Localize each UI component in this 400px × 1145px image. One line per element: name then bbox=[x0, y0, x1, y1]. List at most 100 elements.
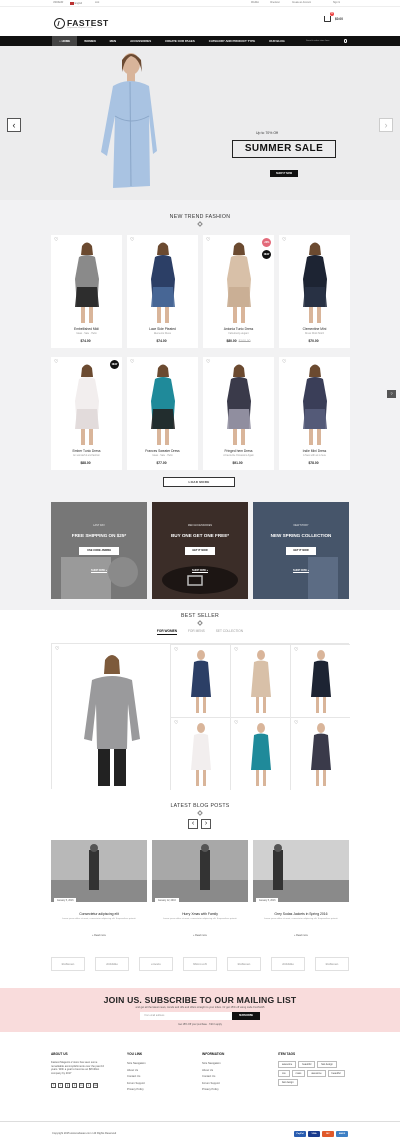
tag-link[interactable]: awesome bbox=[307, 1070, 326, 1077]
twitter-icon[interactable]: t bbox=[58, 1083, 63, 1089]
blog-prev-arrow[interactable]: ‹ bbox=[188, 819, 198, 829]
mini-cart[interactable]: 0 $0.00 bbox=[324, 12, 354, 24]
slider-prev-arrow[interactable]: ‹ bbox=[7, 118, 21, 132]
nav-blog[interactable]: OUR BLOG bbox=[262, 36, 292, 46]
wishlist-icon[interactable]: ♡ bbox=[282, 238, 287, 243]
product-name[interactable]: Antonia Tunic Dress bbox=[203, 327, 274, 331]
wishlist-icon[interactable]: ♡ bbox=[206, 360, 211, 365]
wishlist-icon[interactable]: ♡ bbox=[294, 648, 298, 653]
product-name[interactable]: Lace Side Pleated bbox=[127, 327, 198, 331]
wishlist-icon[interactable]: ♡ bbox=[234, 648, 238, 653]
create-account-link[interactable]: Create an Account bbox=[292, 2, 311, 4]
wishlist-icon[interactable]: ♡ bbox=[55, 647, 59, 652]
product-card[interactable]: ♡ Fringed hem Dress A Favourite Occasion… bbox=[203, 357, 274, 470]
promo-banner-accessories[interactable]: MEN ACCESSORIES BUY ONE GET ONE FREE* GE… bbox=[152, 502, 248, 599]
tag-link[interactable]: mass bbox=[291, 1070, 306, 1077]
blog-post-title[interactable]: Hurry Xmas with Family bbox=[152, 912, 248, 916]
wishlist-icon[interactable]: ♡ bbox=[282, 360, 287, 365]
blog-post[interactable]: January 5, 2016 Consectetur adipiscing e… bbox=[51, 840, 147, 942]
hero-shop-button[interactable]: SHOP IT NOW bbox=[270, 170, 298, 177]
brand-logo[interactable]: envato bbox=[139, 957, 173, 971]
signin-link[interactable]: Sign In bbox=[333, 2, 340, 4]
linkedin-icon[interactable]: in bbox=[79, 1083, 84, 1089]
language-selector[interactable]: English bbox=[70, 2, 82, 5]
blog-post-title[interactable]: Grey Sodas Jackets in Spring 2016 bbox=[253, 912, 349, 916]
currency-selector[interactable]: USD/EUR bbox=[53, 2, 63, 4]
slider-next-arrow[interactable]: › bbox=[379, 118, 393, 132]
tag-link[interactable]: fast design bbox=[278, 1079, 298, 1086]
wishlist-icon[interactable]: ♡ bbox=[130, 360, 135, 365]
bestseller-item[interactable]: ♡ bbox=[230, 717, 290, 790]
wishlist-icon[interactable]: ♡ bbox=[294, 721, 298, 726]
product-name[interactable]: Indie Mini Dress bbox=[279, 449, 350, 453]
newsletter-email-input[interactable]: Your email address bbox=[140, 1012, 232, 1020]
read-more-link[interactable]: + Read more bbox=[51, 934, 147, 937]
wishlist-link[interactable]: Wishlist bbox=[251, 2, 259, 4]
brand-logo[interactable]: Boflexen bbox=[315, 957, 349, 971]
promo-button[interactable]: GET IT NOW bbox=[286, 547, 316, 555]
brand-logo[interactable]: dribbble bbox=[95, 957, 129, 971]
product-name[interactable]: Frances Sweater Dress bbox=[127, 449, 198, 453]
wishlist-icon[interactable]: ♡ bbox=[54, 360, 59, 365]
google-icon[interactable]: g bbox=[65, 1083, 70, 1089]
product-card[interactable]: ♡ Lace Side Pleated Elements Dress $74.0… bbox=[127, 235, 198, 348]
bestseller-item[interactable]: ♡ bbox=[170, 644, 230, 717]
tag-link[interactable]: beautiful bbox=[327, 1070, 345, 1077]
subscribe-button[interactable]: SUBSCRIBE bbox=[232, 1012, 260, 1020]
wishlist-icon[interactable]: ♡ bbox=[174, 648, 178, 653]
bestseller-item[interactable]: ♡ bbox=[230, 644, 290, 717]
blog-next-arrow[interactable]: › bbox=[201, 819, 211, 829]
rss-icon[interactable]: rss bbox=[93, 1083, 98, 1089]
wishlist-icon[interactable]: ♡ bbox=[54, 238, 59, 243]
blog-post-title[interactable]: Consectetur adipiscing elit bbox=[51, 912, 147, 916]
tab-set-collection[interactable]: SET COLLECTION bbox=[216, 629, 243, 633]
vimeo-icon[interactable]: v bbox=[86, 1083, 91, 1089]
brand-logo[interactable]: Boflexen bbox=[51, 957, 85, 971]
product-name[interactable]: Ember Tunic Dress bbox=[51, 449, 122, 453]
tag-link[interactable]: beautiful bbox=[298, 1061, 316, 1068]
promo-button[interactable]: GET IT NOW bbox=[185, 547, 215, 555]
bestseller-item[interactable]: ♡ bbox=[290, 717, 350, 790]
promo-banner-shipping[interactable]: LAST DAY FREE SHIPPING ON $25* USE CODE … bbox=[51, 502, 147, 599]
product-card[interactable]: ♡ Clementine Mini Dress Work Stitch $70.… bbox=[279, 235, 350, 348]
facebook-icon[interactable]: f bbox=[51, 1083, 56, 1089]
promo-banner-spring[interactable]: NEW STORY NEW SPRING COLLECTION GET IT N… bbox=[253, 502, 349, 599]
load-more-button[interactable]: LOAD MORE bbox=[163, 477, 235, 487]
read-more-link[interactable]: + Read more bbox=[253, 934, 349, 937]
product-card[interactable]: ♡ Frances Sweater Dress Ideas · Sale · H… bbox=[127, 357, 198, 470]
search-input[interactable]: Search entire store here bbox=[306, 38, 348, 44]
promo-link[interactable]: SHOP NOW » bbox=[152, 569, 248, 572]
promo-link[interactable]: SHOP NOW » bbox=[253, 569, 349, 572]
bestseller-item[interactable]: ♡ bbox=[170, 717, 230, 790]
product-card[interactable]: ♡ Embellished Midi Ideas · Sale · Hello … bbox=[51, 235, 122, 348]
promo-button[interactable]: USE CODE JSR839 bbox=[79, 547, 119, 555]
blog-post[interactable]: January 12, 2016 Hurry Xmas with Family … bbox=[152, 840, 248, 942]
logo[interactable]: FASTEST Responsive Magento Theme bbox=[54, 16, 109, 30]
product-card[interactable]: ♡ Indie Mini Dress A New with an is here… bbox=[279, 357, 350, 470]
nav-create-pages[interactable]: CREATE OUR PAGES bbox=[158, 36, 202, 46]
nav-category-product[interactable]: CATEGORY AND PRODUCT TYPE bbox=[202, 36, 262, 46]
brand-logo[interactable]: Boflexen bbox=[227, 957, 261, 971]
blog-post[interactable]: January 5, 2016 Grey Sodas Jackets in Sp… bbox=[253, 840, 349, 942]
nav-women[interactable]: WOMEN bbox=[77, 36, 102, 46]
tab-for-mens[interactable]: FOR MENS bbox=[188, 629, 205, 633]
product-name[interactable]: Embellished Midi bbox=[51, 327, 122, 331]
tag-link[interactable]: fast design bbox=[317, 1061, 337, 1068]
brand-logo[interactable]: dribbble bbox=[271, 957, 305, 971]
product-name[interactable]: Clementine Mini bbox=[279, 327, 350, 331]
wishlist-icon[interactable]: ♡ bbox=[174, 721, 178, 726]
tag-link[interactable]: css bbox=[278, 1070, 290, 1077]
wishlist-icon[interactable]: ♡ bbox=[206, 238, 211, 243]
bestseller-featured[interactable]: ♡ bbox=[52, 644, 170, 790]
product-card[interactable]: ♡ Ember Tunic Dress An wonderful and fas… bbox=[51, 357, 122, 470]
search-icon[interactable] bbox=[343, 39, 347, 43]
footer-link[interactable]: Privacy Policy bbox=[127, 1087, 146, 1094]
tag-link[interactable]: awesome bbox=[278, 1061, 297, 1068]
nav-home[interactable]: ⌂ HOME bbox=[52, 36, 78, 46]
pinterest-icon[interactable]: p bbox=[72, 1083, 77, 1089]
nav-men[interactable]: MEN bbox=[103, 36, 123, 46]
top-link[interactable]: Link bbox=[95, 2, 99, 4]
promo-link[interactable]: SHOP NOW » bbox=[51, 569, 147, 572]
side-toggle-button[interactable]: ? bbox=[387, 390, 396, 398]
read-more-link[interactable]: + Read more bbox=[152, 934, 248, 937]
